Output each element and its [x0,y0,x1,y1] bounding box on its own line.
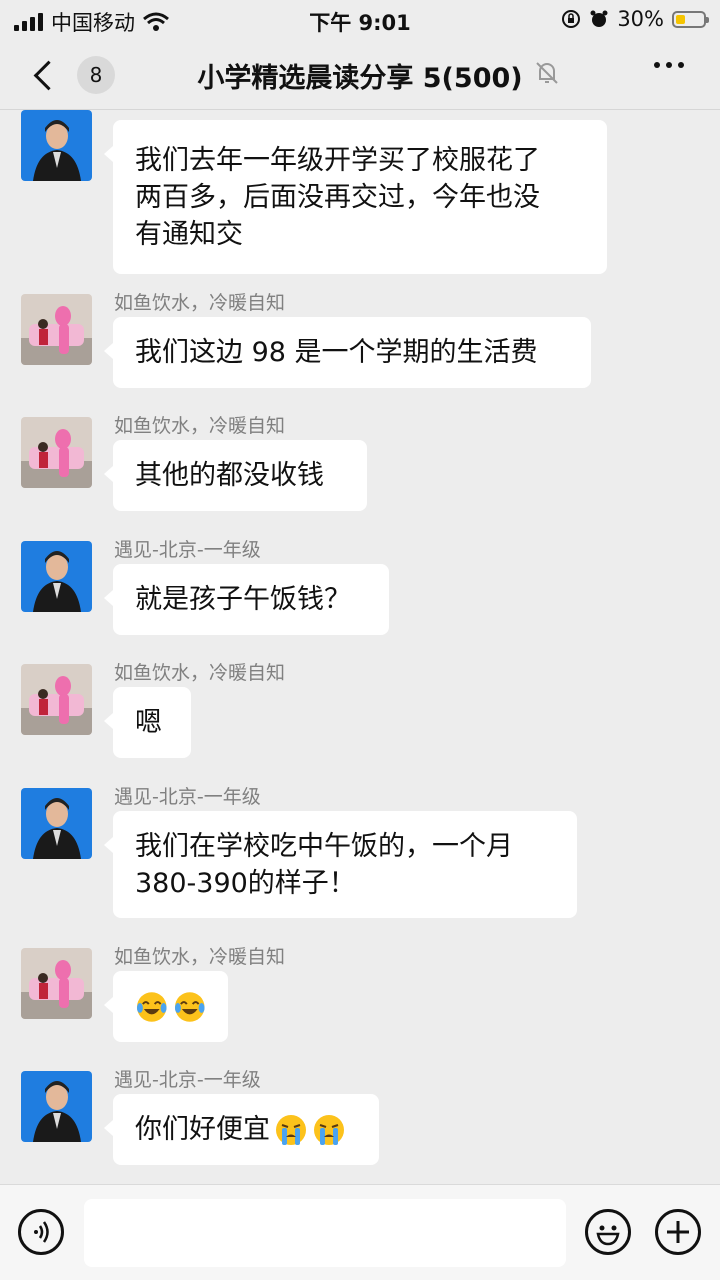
sender-name: 如鱼饮水，冷暖自知 [114,946,286,968]
message-text: 其他的都没收钱 [135,460,324,491]
woman-avatar[interactable] [21,788,92,859]
voice-icon [34,1221,49,1243]
chat-title: 小学精选晨读分享 5(500) [197,63,523,94]
message-text: 我们这边 98 是一个学期的生活费 [135,337,538,368]
message-bubble[interactable]: 我们在学校吃中午饭的，一个月 380-390的样子！ [104,811,577,918]
message-bubble[interactable]: 你们好便宜 [104,1094,379,1165]
message-bubble[interactable]: 就是孩子午饭钱？ [104,564,389,635]
input-bar [0,1184,720,1280]
battery-percent: 30% [617,7,664,31]
smiley-icon [596,1225,620,1246]
pink-panther-avatar[interactable] [21,294,92,365]
alarm-icon [590,10,608,27]
message-bubble[interactable]: 其他的都没收钱 [104,440,367,511]
pink-panther-avatar[interactable] [21,664,92,735]
woman-avatar[interactable] [21,110,92,181]
laugh-cry-emoji-icon [136,991,167,1022]
status-right: 30% [561,7,709,31]
rotation-lock-icon [562,10,581,28]
message-bubble[interactable]: 我们去年一年级开学买了校服花了 两百多，后面没再交过，今年也没 有通知交 [104,120,607,274]
more-actions-button[interactable] [655,1209,701,1255]
sender-name: 遇见-北京-一年级 [114,786,261,808]
message-text: 嗯 [135,707,162,738]
message-text: 你们好便宜 [135,1114,270,1145]
laugh-cry-emoji-icon [174,991,205,1022]
plus-icon [667,1221,689,1243]
battery-icon [672,10,709,28]
nav-bar: 8 小学精选晨读分享 5(500) [0,40,720,110]
pink-panther-avatar[interactable] [21,948,92,1019]
woman-avatar[interactable] [21,541,92,612]
message-bubble[interactable]: 我们这边 98 是一个学期的生活费 [104,317,591,388]
message-bubble[interactable]: 嗯 [104,687,191,758]
message-text-line: 有通知交 [135,218,243,250]
pink-panther-avatar[interactable] [21,417,92,488]
sender-name: 如鱼饮水，冷暖自知 [114,415,286,437]
message-bubble[interactable] [104,971,228,1042]
message-text-line: 我们在学校吃中午饭的，一个月 [135,830,513,862]
crying-emoji-icon [314,1114,344,1145]
voice-button[interactable] [18,1209,64,1255]
message-text-line: 380-390的样子！ [135,867,356,899]
message-text-line: 两百多，后面没再交过，今年也没 [135,181,540,213]
more-button[interactable] [654,62,684,68]
emoji-button[interactable] [585,1209,631,1255]
sender-name: 如鱼饮水，冷暖自知 [114,662,286,684]
mute-bell-icon [536,62,558,84]
sender-name: 遇见-北京-一年级 [114,539,261,561]
sender-name: 遇见-北京-一年级 [114,1069,261,1091]
message-text-line: 我们去年一年级开学买了校服花了 [135,144,540,176]
woman-avatar[interactable] [21,1071,92,1142]
sender-name: 如鱼饮水，冷暖自知 [114,292,286,314]
message-input[interactable] [84,1199,566,1267]
chat-messages: 我们去年一年级开学买了校服花了 两百多，后面没再交过，今年也没 有通知交 如鱼饮… [0,110,720,1184]
crying-emoji-icon [276,1114,306,1145]
message-text: 就是孩子午饭钱？ [135,584,351,615]
status-bar: 中国移动 下午 9:01 30% [0,0,720,40]
